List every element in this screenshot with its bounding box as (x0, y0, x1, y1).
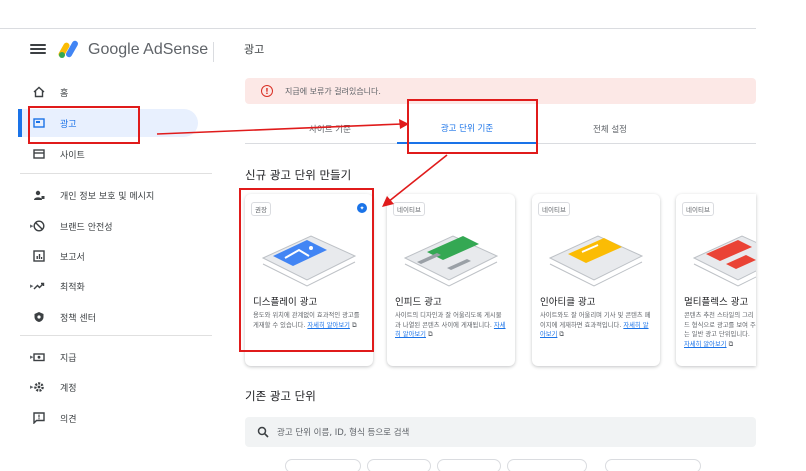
tab-by-site[interactable]: 사이트 기준 (265, 114, 395, 144)
card-tag: 네이티브 (538, 202, 570, 216)
card-tag: 네이티브 (682, 202, 714, 216)
sidebar-item-optimization[interactable]: ▸ 최적화 (18, 272, 198, 300)
multiplex-ad-card[interactable]: 네이티브 멀티플렉스 광고 콘텐츠 추천 스타일의 그리드 형식으로 광고를 보… (676, 194, 756, 366)
trending-icon (32, 279, 46, 293)
sidebar-item-sites[interactable]: 사이트 (18, 140, 198, 168)
sidebar-divider (20, 173, 212, 174)
in-article-ad-card[interactable]: 네이티브 인아티클 광고 사이트와도 잘 어울리며 기사 및 콘텐츠 페이지에 … (532, 194, 660, 366)
new-ad-unit-title: 신규 광고 단위 만들기 (245, 168, 352, 182)
annotation-box-display-card (239, 188, 374, 352)
card-description: 콘텐츠 추천 스타일의 그리드 형식으로 광고를 보여 주는 일반 광고 단위입… (684, 312, 756, 348)
existing-ad-units-title: 기존 광고 단위 (245, 389, 316, 403)
sidebar-item-brand-safety[interactable]: ▸ 브랜드 안전성 (18, 212, 198, 240)
external-link-icon: ⧉ (728, 340, 734, 348)
home-icon (32, 85, 46, 99)
tab-global-settings[interactable]: 전체 설정 (545, 114, 675, 144)
sidebar-item-label: 정책 센터 (60, 313, 96, 324)
policy-icon (32, 310, 46, 324)
in-feed-ad-illustration (403, 235, 499, 287)
sidebar-item-label: 계정 (60, 383, 77, 394)
sidebar-item-label: 지급 (60, 353, 77, 364)
card-title: 멀티플렉스 광고 (684, 297, 749, 308)
sidebar-item-label: 최적화 (60, 282, 85, 293)
block-icon (32, 219, 46, 233)
sidebar-item-account[interactable]: ▸ 계정 (18, 373, 198, 401)
sidebar-item-label: 홈 (60, 88, 69, 99)
payments-icon (32, 350, 46, 364)
sidebar-item-privacy[interactable]: 개인 정보 보호 및 메시지 (18, 181, 198, 209)
card-description: 사이트와도 잘 어울리며 기사 및 콘텐츠 페이지에 게재하면 효과적입니다. … (540, 312, 651, 338)
sidebar-item-label: 브랜드 안전성 (60, 222, 113, 233)
search-bar[interactable]: 광고 단위 이름, ID, 형식 등으로 검색 (245, 417, 756, 447)
privacy-icon (32, 188, 46, 202)
sidebar-item-feedback[interactable]: 의견 (18, 404, 198, 432)
card-title: 인피드 광고 (395, 297, 442, 308)
sites-icon (32, 147, 46, 161)
search-icon (257, 426, 269, 438)
in-article-ad-illustration (548, 235, 644, 287)
header-divider (213, 42, 214, 62)
reports-icon (32, 249, 46, 263)
sidebar-item-label: 개인 정보 보호 및 메시지 (60, 191, 155, 202)
sidebar-item-label: 의견 (60, 414, 77, 425)
annotation-box-ad-unit-tab (407, 99, 538, 154)
filter-chip[interactable] (285, 459, 361, 471)
sidebar-item-label: 보고서 (60, 252, 85, 263)
adsense-logo-icon (58, 40, 78, 58)
card-description: 사이트의 디자인과 잘 어울리도록 게시물과 나열된 콘텐츠 사이에 게재됩니다… (395, 312, 506, 338)
filter-chip[interactable] (367, 459, 431, 471)
filter-chip[interactable] (437, 459, 501, 471)
sidebar-item-payments[interactable]: ▸ 지급 (18, 343, 198, 371)
sidebar-item-label: 사이트 (60, 150, 85, 161)
caret-right-icon: ▸ (30, 222, 34, 230)
external-link-icon: ⧉ (559, 331, 564, 338)
search-input[interactable]: 광고 단위 이름, ID, 형식 등으로 검색 (277, 426, 409, 438)
page-title: 광고 (244, 43, 265, 56)
caret-right-icon: ▸ (30, 383, 34, 391)
card-tag: 네이티브 (393, 202, 425, 216)
error-icon: ! (261, 85, 273, 97)
sidebar-divider (20, 335, 212, 336)
annotation-box-ads-nav (28, 106, 140, 144)
sidebar-item-reports[interactable]: 보고서 (18, 242, 198, 270)
caret-right-icon: ▸ (30, 353, 34, 361)
alert-text: 지급에 보류가 걸려있습니다. (285, 86, 381, 96)
filter-chip[interactable] (605, 459, 701, 471)
feedback-icon (32, 411, 46, 425)
external-link-icon: ⧉ (427, 331, 433, 338)
filter-chip[interactable] (507, 459, 587, 471)
logo-text: Google AdSense (88, 41, 209, 58)
card-title: 인아티클 광고 (540, 297, 596, 308)
menu-icon[interactable] (30, 42, 46, 58)
sidebar-item-policy[interactable]: 정책 센터 (18, 303, 198, 331)
caret-right-icon: ▸ (30, 282, 34, 290)
active-indicator (18, 109, 22, 137)
sidebar-item-home[interactable]: 홈 (18, 78, 198, 106)
gear-icon (32, 380, 46, 394)
multiplex-ad-illustration (692, 235, 756, 287)
learn-more-link[interactable]: 자세히 알아보기 (684, 341, 727, 348)
in-feed-ad-card[interactable]: 네이티브 인피드 광고 사이트의 디자인과 잘 어울리도록 게시물과 나열된 콘… (387, 194, 515, 366)
